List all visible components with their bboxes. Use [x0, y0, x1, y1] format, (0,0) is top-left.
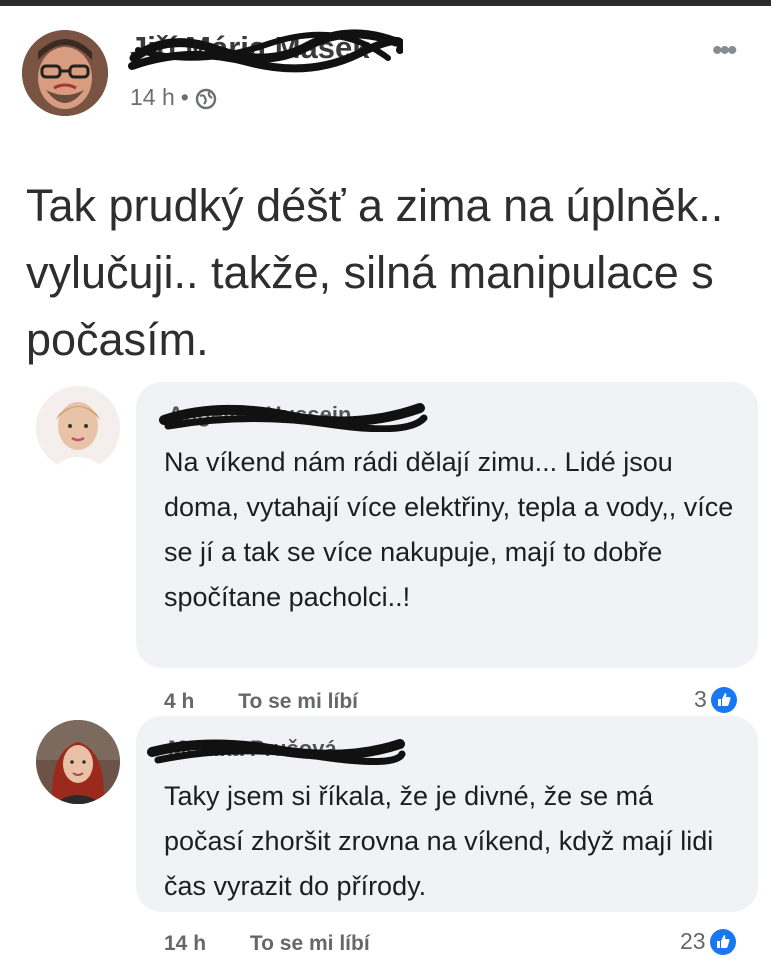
- comment-actions: 4 h To se mi líbí: [164, 690, 358, 714]
- post-text: Tak prudký déšť a zima na úplněk.. vyluč…: [26, 180, 724, 365]
- like-button[interactable]: To se mi líbí: [238, 690, 358, 713]
- like-button[interactable]: To se mi líbí: [250, 932, 370, 955]
- reaction-number: 3: [694, 686, 707, 712]
- redaction-scribble: [128, 29, 403, 73]
- comment-text: Na víkend nám rádi dělají zimu... Lidé j…: [164, 447, 734, 612]
- comment-actions: 14 h To se mi líbí: [164, 932, 370, 956]
- reaction-count[interactable]: 23: [680, 928, 736, 955]
- redaction-scribble: [147, 739, 406, 765]
- reaction-number: 23: [680, 928, 706, 954]
- thumbs-up-icon: [710, 686, 737, 713]
- comment-time[interactable]: 4 h: [164, 690, 194, 713]
- globe-icon[interactable]: [195, 88, 217, 110]
- more-horizontal-icon[interactable]: •••: [712, 34, 737, 68]
- top-edge: [0, 0, 771, 6]
- meta-separator: •: [180, 84, 189, 110]
- commenter-avatar[interactable]: [36, 386, 120, 470]
- reaction-count[interactable]: 3: [694, 686, 737, 713]
- redaction-scribble: [159, 403, 428, 432]
- comment-text: Taky jsem si říkala, že je divné, že se …: [164, 781, 714, 901]
- post-meta: 14 h •: [130, 84, 217, 111]
- post-time[interactable]: 14 h: [130, 84, 175, 110]
- comment-time[interactable]: 14 h: [164, 932, 206, 955]
- thumbs-up-icon: [709, 928, 736, 955]
- commenter-avatar[interactable]: [36, 720, 120, 804]
- author-avatar[interactable]: [22, 30, 108, 116]
